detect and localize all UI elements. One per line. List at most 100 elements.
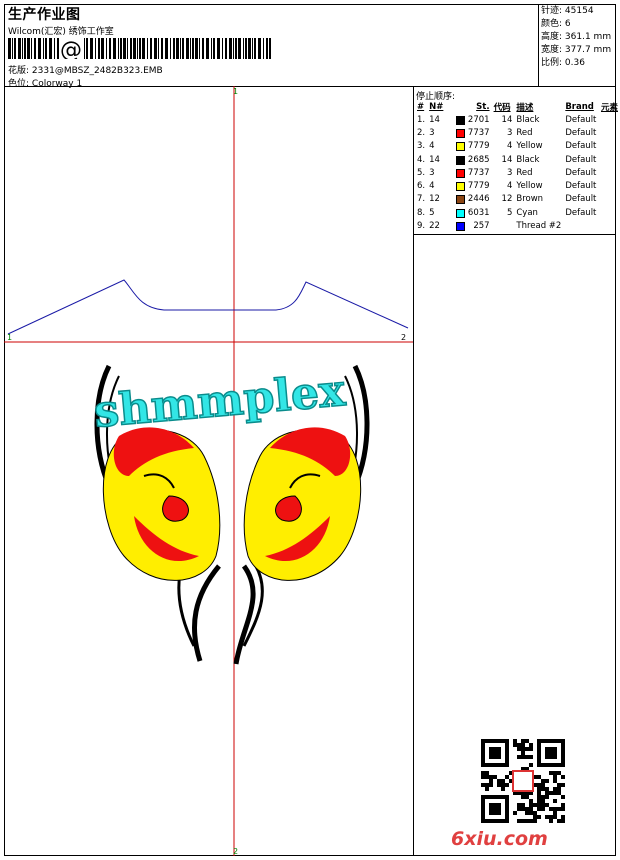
row-needle: 3 (429, 167, 435, 178)
color-swatch (455, 168, 465, 178)
stats-panel: 针迹: 45154 颜色: 6 高度: 361.1 mm 宽度: 377.7 m… (541, 5, 611, 70)
color-swatch (455, 182, 465, 192)
row-description: Thread #2 (516, 221, 562, 232)
table-bottom-divider (413, 234, 616, 235)
row-brand: Default (565, 167, 597, 178)
row-index: 2. (417, 127, 426, 138)
thread-table: # N# St. 代码 描述 Brand 元素 1. 14 2701 14 Black D… (415, 101, 620, 233)
guide-label-top: 1 (233, 87, 239, 96)
row-element (599, 113, 620, 126)
row-brand (563, 219, 599, 232)
sidebar-divider (413, 86, 414, 856)
stat-colors: 颜色: 6 (541, 19, 571, 29)
row-stitches: 7737 (454, 166, 492, 179)
col-needle: N# (429, 102, 444, 112)
thread-row: 3. 4 7779 4 Yellow Default (415, 140, 620, 153)
col-element: 元素 (600, 103, 618, 113)
row-description: Brown (516, 194, 544, 205)
stat-width: 宽度: 377.7 mm (541, 45, 612, 55)
row-brand: Default (565, 181, 597, 192)
color-swatch (455, 208, 465, 218)
row-index: 8. (417, 207, 426, 218)
stat-height: 高度: 361.1 mm (541, 32, 612, 42)
color-swatch (455, 155, 465, 165)
guide-label-bottom: 2 (233, 847, 239, 856)
stat-scale: 比例: 0.36 (541, 58, 585, 68)
row-brand: Default (565, 114, 597, 125)
watermark-text: 6xiu.com (451, 828, 548, 850)
row-code: 4 (506, 141, 513, 152)
row-code: 4 (506, 181, 513, 192)
row-brand: Default (565, 207, 597, 218)
row-code: 5 (506, 207, 513, 218)
guide-label-left: 1 (7, 333, 13, 342)
row-code: 14 (501, 154, 513, 165)
row-brand: Default (565, 194, 597, 205)
row-brand: Default (565, 127, 597, 138)
color-swatch (455, 195, 465, 205)
design-file-label: 花版: (8, 66, 30, 76)
row-index: 3. (417, 141, 426, 152)
thread-row: 1. 14 2701 14 Black Default (415, 113, 620, 126)
row-element (599, 179, 620, 192)
row-description: Black (516, 114, 540, 125)
embroidery-artwork: shmmplex (91, 364, 370, 665)
col-code: 代码 (493, 103, 511, 113)
row-description: Red (516, 167, 533, 178)
row-description: Yellow (516, 141, 543, 152)
row-code (492, 219, 515, 232)
stat-stitches: 针迹: 45154 (541, 6, 594, 16)
page-title: 生产作业图 (8, 7, 81, 23)
row-needle: 12 (429, 194, 440, 205)
col-index: # (417, 102, 425, 112)
row-element (599, 153, 620, 166)
row-element (599, 166, 620, 179)
row-code: 3 (506, 167, 513, 178)
thread-row: 7. 12 2446 12 Brown Default (415, 193, 620, 206)
row-stitches: 257 (454, 219, 492, 232)
row-index: 5. (417, 167, 426, 178)
row-needle: 4 (429, 141, 435, 152)
color-swatch (455, 222, 465, 232)
row-stitches: 7737 (454, 126, 492, 139)
company-name: Wilcom(汇宏) 绣饰工作室 (8, 27, 114, 37)
row-element (599, 206, 620, 219)
row-index: 7. (417, 194, 426, 205)
garment-outline (7, 279, 409, 335)
stats-divider (538, 4, 539, 86)
row-code: 3 (506, 127, 513, 138)
thread-row: 5. 3 7737 3 Red Default (415, 166, 620, 179)
row-stitches: 7779 (454, 140, 492, 153)
design-text: shmmplex (92, 365, 348, 438)
guide-label-right: 2 (401, 333, 407, 342)
col-description: 描述 (516, 103, 534, 113)
row-description: Red (516, 127, 533, 138)
row-description: Yellow (516, 181, 543, 192)
row-stitches: 2685 (454, 153, 492, 166)
row-needle: 4 (429, 181, 435, 192)
row-index: 6. (417, 181, 426, 192)
row-element (599, 193, 620, 206)
thread-row: 8. 5 6031 5 Cyan Default (415, 206, 620, 219)
thread-row: 4. 14 2685 14 Black Default (415, 153, 620, 166)
design-file-value: 2331@MBSZ_2482B323.EMB (31, 66, 163, 76)
color-swatch (455, 115, 465, 125)
design-canvas: shmmplex (4, 86, 413, 856)
thread-row: 9. 22 257 Thread #2 (415, 219, 620, 232)
row-stitches: 7779 (454, 179, 492, 192)
row-brand: Default (565, 154, 597, 165)
row-needle: 22 (429, 221, 440, 232)
row-element (599, 219, 620, 232)
row-stitches: 6031 (454, 206, 492, 219)
thread-row: 2. 3 7737 3 Red Default (415, 126, 620, 139)
design-file-row: 花版: 2331@MBSZ_2482B323.EMB (8, 63, 163, 76)
row-description: Cyan (516, 207, 538, 218)
row-code: 14 (501, 114, 513, 125)
row-needle: 3 (429, 127, 435, 138)
barcode: @ (8, 38, 271, 59)
row-description: Black (516, 154, 540, 165)
row-stitches: 2701 (454, 113, 492, 126)
row-brand: Default (565, 141, 597, 152)
qr-code (481, 739, 565, 823)
svg-text:@: @ (60, 38, 82, 59)
